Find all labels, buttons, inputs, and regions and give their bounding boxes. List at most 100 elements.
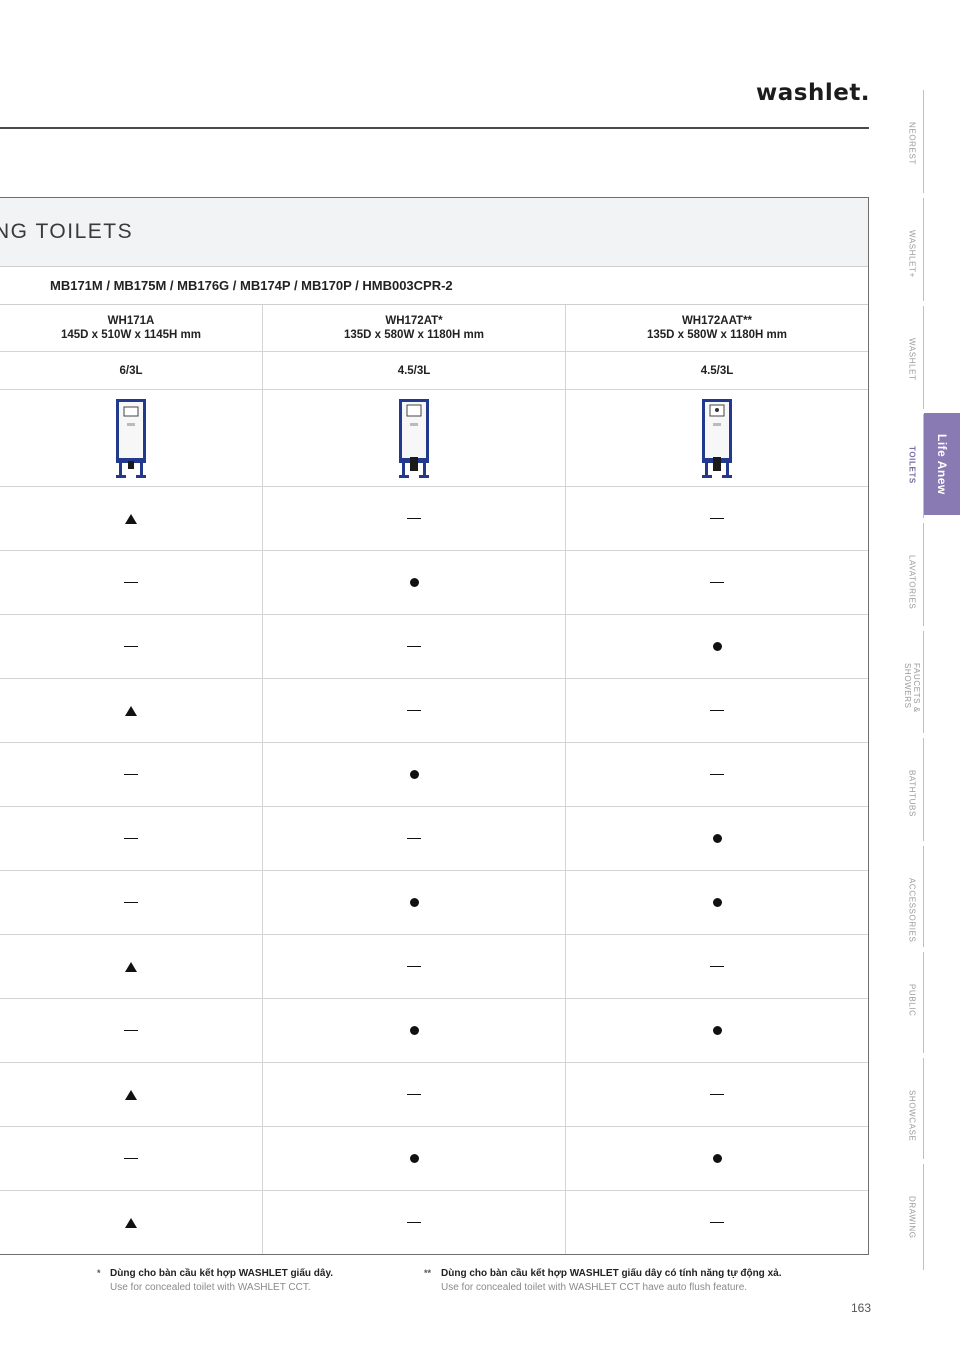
dash-icon (407, 517, 421, 520)
filled-dot-icon (409, 1026, 419, 1035)
model-cell: WH172AT* 135D x 580W x 1180H mm (263, 305, 566, 351)
feature-row (0, 551, 868, 615)
filled-dot-icon (712, 1026, 722, 1035)
dash-icon (124, 645, 138, 648)
model-name: WH172AT* (385, 315, 443, 327)
filled-dot-icon (712, 898, 722, 907)
feature-row (0, 1127, 868, 1191)
feature-cell (263, 615, 566, 678)
feature-cell (263, 999, 566, 1062)
side-nav-label: WASHLET+ (907, 230, 917, 278)
feature-cell (566, 615, 868, 678)
in-wall-tank-frame-image (116, 399, 146, 478)
side-nav-item-faucets-showers[interactable]: FAUCETS & SHOWERS (895, 631, 929, 733)
header-divider (0, 127, 869, 129)
feature-row (0, 1063, 868, 1127)
dash-icon (710, 581, 724, 584)
filled-dot-icon (712, 642, 722, 651)
side-nav-bar (922, 631, 924, 733)
model-dims: 135D x 580W x 1180H mm (343, 329, 484, 341)
feature-cell (566, 871, 868, 934)
side-nav-item-drawing[interactable]: DRAWING (895, 1164, 929, 1270)
side-nav-label: SHOWCASE (907, 1090, 917, 1142)
side-nav-label: WASHLET (907, 338, 917, 381)
feature-cell (263, 1191, 566, 1254)
feature-cell (566, 1063, 868, 1126)
dash-icon (407, 709, 421, 712)
feature-cell (0, 935, 263, 998)
feature-cell (0, 1063, 263, 1126)
series-models: MB171M / MB175M / MB176G / MB174P / MB17… (50, 278, 453, 293)
feature-cell (566, 1127, 868, 1190)
side-nav-item-accessories[interactable]: ACCESSORIES (895, 846, 929, 947)
feature-cell (263, 935, 566, 998)
side-nav-label: ACCESSORIES (907, 878, 917, 943)
in-wall-tank-frame-image (702, 399, 732, 478)
dash-icon (124, 901, 138, 904)
dash-icon (124, 1029, 138, 1032)
side-nav-label: PUBLIC (907, 984, 917, 1017)
side-nav-item-showcase[interactable]: SHOWCASE (895, 1058, 929, 1159)
feature-cell (0, 807, 263, 870)
feature-cell (566, 1191, 868, 1254)
side-nav-bar (922, 846, 924, 947)
feature-cell (263, 551, 566, 614)
side-nav-item-washlet[interactable]: WASHLET (895, 306, 929, 409)
dash-icon (710, 709, 724, 712)
feature-cell (263, 487, 566, 550)
feature-cell (566, 807, 868, 870)
side-nav-item-bathtubs[interactable]: BATHTUBS (895, 738, 929, 841)
life-anew-tab[interactable]: Life Anew (924, 413, 960, 515)
side-nav-label: DRAWING (907, 1196, 917, 1239)
feature-cell (0, 679, 263, 742)
dash-icon (407, 1221, 421, 1224)
side-nav-item-lavatories[interactable]: LAVATORIES (895, 523, 929, 626)
spec-table: NG TOILETS MB171M / MB175M / MB176G / MB… (0, 197, 869, 1255)
footnote-vi: Dùng cho bàn cầu kết hợp WASHLET giấu dâ… (110, 1268, 334, 1279)
series-row: MB171M / MB175M / MB176G / MB174P / MB17… (0, 267, 868, 305)
feature-cell (0, 743, 263, 806)
model-dims: 135D x 580W x 1180H mm (646, 329, 787, 341)
feature-cell (263, 743, 566, 806)
dash-icon (124, 581, 138, 584)
triangle-icon (125, 961, 137, 972)
feature-cell (263, 1063, 566, 1126)
filled-dot-icon (409, 898, 419, 907)
feature-cell (566, 999, 868, 1062)
dash-icon (407, 965, 421, 968)
feature-row (0, 487, 868, 551)
feature-cell (566, 743, 868, 806)
side-nav-label: TOILETS (907, 446, 917, 484)
triangle-icon (125, 1217, 137, 1228)
in-wall-tank-frame-image (399, 399, 429, 478)
dash-icon (124, 773, 138, 776)
side-nav-label: FAUCETS & SHOWERS (903, 663, 921, 713)
triangle-icon (125, 705, 137, 716)
footnote-double-star: ** Dùng cho bàn cầu kết hợp WASHLET giấu… (424, 1268, 781, 1293)
dash-icon (407, 1093, 421, 1096)
model-name: WH171A (107, 315, 155, 327)
feature-cell (0, 1127, 263, 1190)
flush-row: 6/3L 4.5/3L 4.5/3L (0, 352, 868, 390)
footnote-en: Use for concealed toilet with WASHLET CC… (441, 1282, 748, 1293)
feature-row (0, 871, 868, 935)
filled-dot-icon (409, 770, 419, 779)
side-nav-bar (922, 523, 924, 626)
side-nav-bar (922, 952, 924, 1053)
filled-dot-icon (712, 834, 722, 843)
feature-cell (0, 551, 263, 614)
filled-dot-icon (409, 578, 419, 587)
side-nav-label: BATHTUBS (907, 770, 917, 817)
product-image-row (0, 390, 868, 487)
model-name: WH172AAT** (681, 315, 753, 327)
dash-icon (710, 965, 724, 968)
life-anew-label: Life Anew (935, 433, 949, 495)
side-nav-item-neorest[interactable]: NEOREST (895, 90, 929, 193)
side-nav-bar (922, 1058, 924, 1159)
side-nav-item-public[interactable]: PUBLIC (895, 952, 929, 1053)
triangle-icon (125, 1089, 137, 1100)
feature-cell (0, 487, 263, 550)
feature-row (0, 807, 868, 871)
side-nav-item-washlet[interactable]: WASHLET+ (895, 198, 929, 301)
footnote-mark: * (97, 1268, 101, 1278)
